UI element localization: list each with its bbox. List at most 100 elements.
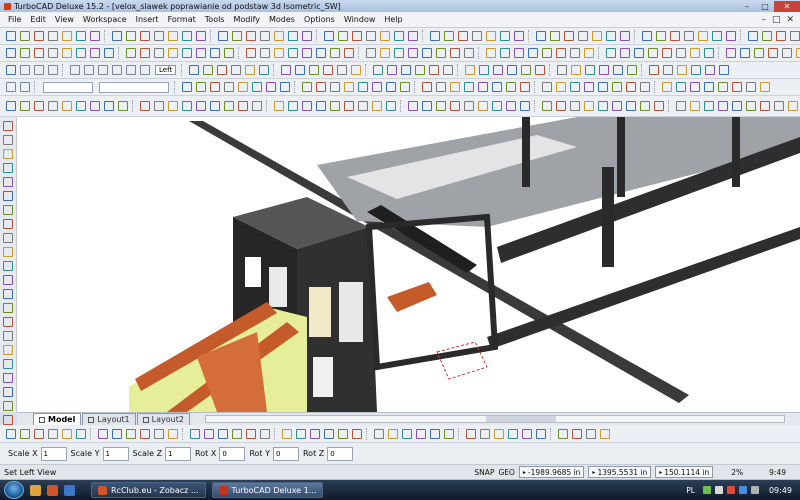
toolbar-tool-icon[interactable] [126, 48, 136, 58]
toolbar-tool-icon[interactable] [422, 101, 432, 111]
toolbar-tool-icon[interactable] [584, 82, 594, 92]
toolbar-tool-icon[interactable] [612, 82, 622, 92]
side-tool-icon[interactable] [3, 121, 13, 131]
toolbar-tool-icon[interactable] [790, 31, 800, 41]
menu-file[interactable]: File [8, 15, 21, 24]
toolbar-tool-icon[interactable] [238, 82, 248, 92]
maximize-button[interactable]: □ [756, 1, 774, 12]
toolbar-tool-icon[interactable] [366, 48, 376, 58]
toolbar-tool-icon[interactable] [338, 428, 348, 439]
taskbar-button-browser[interactable]: RcClub.eu - Zobacz ... [91, 482, 206, 498]
toolbar-tool-icon[interactable] [48, 428, 58, 439]
select-view-icon[interactable] [6, 65, 16, 75]
toolbar-tool-icon[interactable] [6, 48, 16, 58]
toolbar-tool-icon[interactable] [466, 428, 476, 439]
tab-layout1[interactable]: Layout1 [82, 413, 136, 425]
toolbar-tool-icon[interactable] [458, 31, 468, 41]
toolbar-tool-icon[interactable] [252, 101, 262, 111]
toolbar-tool-icon[interactable] [464, 48, 474, 58]
toolbar-tool-icon[interactable] [274, 48, 284, 58]
menu-help[interactable]: Help [384, 15, 402, 24]
toolbar-tool-icon[interactable] [34, 48, 44, 58]
toolbar-tool-icon[interactable] [572, 428, 582, 439]
toolbar-tool-icon[interactable] [494, 428, 504, 439]
toolbar-tool-icon[interactable] [245, 65, 256, 75]
toolbar-tool-icon[interactable] [210, 82, 220, 92]
toolbar-tool-icon[interactable] [746, 82, 756, 92]
toolbar-tool-icon[interactable] [776, 31, 786, 41]
toolbar-tool-icon[interactable] [422, 82, 432, 92]
toolbar-tool-icon[interactable] [338, 31, 348, 41]
toolbar-tool-icon[interactable] [691, 65, 702, 75]
menu-format[interactable]: Format [168, 15, 196, 24]
toolbar-tool-icon[interactable] [690, 101, 700, 111]
toolbar-tool-icon[interactable] [570, 82, 580, 92]
toolbar-tool-icon[interactable] [429, 65, 440, 75]
toolbar-tool-icon[interactable] [662, 82, 672, 92]
toolbar-tool-icon[interactable] [324, 31, 334, 41]
toolbar-tool-icon[interactable] [676, 101, 686, 111]
toolbar-tool-icon[interactable] [280, 82, 290, 92]
toolbar-tool-icon[interactable] [726, 31, 736, 41]
toolbar-tool-icon[interactable] [189, 65, 200, 75]
side-tool-icon[interactable] [3, 317, 13, 327]
toolbar-tool-icon[interactable] [640, 82, 650, 92]
toolbar-tool-icon[interactable] [684, 31, 694, 41]
toolbar-tool-icon[interactable] [698, 31, 708, 41]
toolbar-tool-icon[interactable] [570, 101, 580, 111]
toolbar-tool-icon[interactable] [217, 65, 228, 75]
toolbar-tool-icon[interactable] [520, 82, 530, 92]
toolbar-tool-icon[interactable] [90, 31, 100, 41]
toolbar-tool-icon[interactable] [154, 31, 164, 41]
toolbar-tool-icon[interactable] [274, 101, 284, 111]
tray-battery-icon[interactable] [750, 486, 759, 494]
taskbar-button-turbocad[interactable]: TurboCAD Deluxe 1... [211, 482, 324, 498]
side-tool-icon[interactable] [3, 303, 13, 313]
doc-minimize-button[interactable]: – [761, 15, 766, 25]
tab-model[interactable]: Model [33, 413, 82, 425]
toolbar-tool-icon[interactable] [584, 101, 594, 111]
toolbar-tool-icon[interactable] [564, 31, 574, 41]
toolbar-tool-icon[interactable] [774, 101, 784, 111]
toolbar-tool-icon[interactable] [295, 65, 306, 75]
toolbar-tool-icon[interactable] [232, 31, 242, 41]
toolbar-tool-icon[interactable] [182, 48, 192, 58]
toolbar-tool-icon[interactable] [316, 48, 326, 58]
toolbar-tool-icon[interactable] [748, 31, 758, 41]
toolbar-tool-icon[interactable] [620, 31, 630, 41]
toolbar-tool-icon[interactable] [344, 82, 354, 92]
toolbar-tool-icon[interactable] [640, 101, 650, 111]
toolbar-tool-icon[interactable] [246, 48, 256, 58]
toolbar-tool-icon[interactable] [450, 101, 460, 111]
menu-insert[interactable]: Insert [136, 15, 159, 24]
toolbar-tool-icon[interactable] [606, 48, 616, 58]
toolbar-tool-icon[interactable] [464, 82, 474, 92]
toolbar-tool-icon[interactable] [598, 101, 608, 111]
toolbar-tool-icon[interactable] [557, 65, 568, 75]
toolbar-tool-icon[interactable] [654, 101, 664, 111]
tray-network-icon[interactable] [702, 486, 711, 494]
toolbar-tool-icon[interactable] [556, 82, 566, 92]
toolbar-tool-icon[interactable] [218, 428, 228, 439]
scale-z-field[interactable] [165, 446, 192, 461]
menu-modes[interactable]: Modes [269, 15, 295, 24]
toolbar-tool-icon[interactable] [620, 48, 630, 58]
move-icon[interactable] [70, 65, 80, 75]
toolbar-tool-icon[interactable] [788, 101, 798, 111]
toolbar-tool-icon[interactable] [670, 31, 680, 41]
toolbar-tool-icon[interactable] [344, 48, 354, 58]
toolbar-tool-icon[interactable] [323, 65, 334, 75]
toolbar-tool-icon[interactable] [598, 82, 608, 92]
geo-toggle[interactable]: GEO [498, 468, 514, 477]
toolbar-tool-icon[interactable] [259, 65, 270, 75]
side-tool-icon[interactable] [3, 275, 13, 285]
toolbar-tool-icon[interactable] [387, 65, 398, 75]
toolbar-tool-icon[interactable] [480, 428, 490, 439]
close-button[interactable]: ✕ [774, 0, 800, 12]
toolbar-tool-icon[interactable] [182, 31, 192, 41]
toolbar-tool-icon[interactable] [218, 31, 228, 41]
toolbar-tool-icon[interactable] [203, 65, 214, 75]
toolbar-tool-icon[interactable] [472, 31, 482, 41]
toolbar-tool-icon[interactable] [373, 65, 384, 75]
toolbar-tool-icon[interactable] [224, 82, 234, 92]
